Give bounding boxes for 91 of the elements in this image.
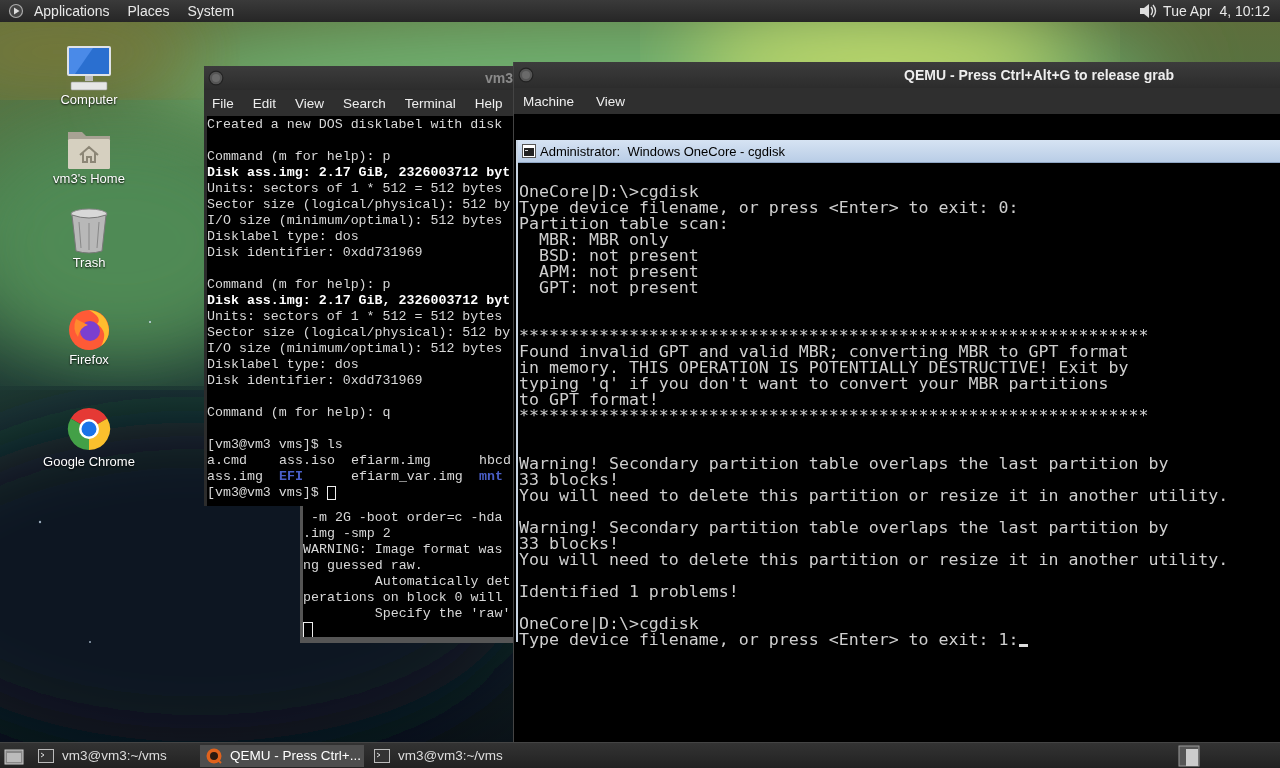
terminal-line: Command (m for help): p <box>207 149 392 165</box>
console-line: Warning! Secondary partition table overlaps the last partition by <box>519 456 1170 472</box>
terminal-line: Units: sectors of 1 * 512 = 512 bytes <box>207 309 504 325</box>
applications-icon[interactable] <box>8 3 24 19</box>
taskbar-button[interactable]: vm3@vm3:~/vms <box>368 744 532 767</box>
taskbar-button[interactable]: vm3@vm3:~/vms <box>32 744 196 767</box>
console-line: in memory. THIS OPERATION IS POTENTIALLY DESTRUCTIVE! Exit by <box>519 360 1130 376</box>
monitor-icon[interactable] <box>65 45 113 91</box>
menu-item[interactable]: View <box>295 95 325 111</box>
console-line: GPT: not present <box>537 280 700 296</box>
window-menu-icon[interactable] <box>208 70 224 86</box>
console-line: *************************************************************** <box>519 328 1150 344</box>
file-name: a.cmd <box>207 453 248 469</box>
window-title: QEMU - Press Ctrl+Alt+G to release grab <box>904 67 1174 83</box>
menu-item[interactable]: View <box>596 93 626 109</box>
terminal-line: Sector size (logical/physical): 512 by <box>207 325 512 341</box>
shell-prompt: [vm3@vm3 vms]$ <box>207 485 319 501</box>
console-line: 33 blocks! <box>519 536 619 552</box>
panel-menu[interactable]: System <box>187 3 235 19</box>
terminal-line: Specify the 'raw' <box>373 606 512 622</box>
console-line: Identified 1 problems! <box>519 584 740 600</box>
console-line: You will need to delete this partition or resize it in another utility. <box>519 488 1230 504</box>
file-name: efiarm.img <box>351 453 432 469</box>
console-line: Partition table scan: <box>519 216 730 232</box>
console-line: 33 blocks! <box>519 472 619 488</box>
terminal-line: WARNING: Image format was <box>303 542 504 558</box>
terminal-line: Disk ass.img: 2.17 GiB, 2326003712 byt <box>207 165 512 181</box>
terminal-line: I/O size (minimum/optimal): 512 bytes <box>207 213 504 229</box>
terminal-line: ng guessed raw. <box>303 558 424 574</box>
desktop-icon-label[interactable]: Google Chrome <box>43 454 135 469</box>
window-menu-icon[interactable] <box>518 67 534 83</box>
desktop-icon-label[interactable]: Computer <box>60 92 118 107</box>
terminal-line: Sector size (logical/physical): 512 by <box>207 197 512 213</box>
terminal-line: Units: sectors of 1 * 512 = 512 bytes <box>207 181 504 197</box>
file-name: ass.iso <box>279 453 336 469</box>
file-name: hbcd <box>479 453 512 469</box>
desktop-icon-label[interactable]: vm3's Home <box>53 171 125 186</box>
console-line: typing 'q' if you don't want to convert your MBR partitions <box>519 376 1110 392</box>
file-name: ass.img <box>207 469 264 485</box>
console-line: BSD: not present <box>537 248 700 264</box>
console-line: APM: not present <box>537 264 700 280</box>
menu-item[interactable]: File <box>212 95 234 111</box>
desktop-icon-label[interactable]: Trash <box>72 255 106 270</box>
ring-globe-icon[interactable] <box>65 405 113 453</box>
console-line: Found invalid GPT and valid MBR; converting MBR to GPT format <box>519 344 1130 360</box>
terminal-icon <box>38 747 54 764</box>
console-line: Type device filename, or press <Enter> to exit: 0: <box>519 200 1020 216</box>
terminal-icon <box>374 747 390 764</box>
taskbar-button[interactable]: QEMU - Press Ctrl+... <box>200 744 364 767</box>
speaker-icon[interactable] <box>1137 1 1158 21</box>
menu-item[interactable]: Terminal <box>404 95 456 111</box>
workspace-switcher-icon[interactable] <box>1178 744 1200 767</box>
menu-item[interactable]: Edit <box>252 95 277 111</box>
terminal-line: Disklabel type: dos <box>207 229 360 245</box>
console-line: OneCore|D:\>cgdisk <box>519 184 700 200</box>
file-name: EFI <box>279 469 304 485</box>
terminal-line: Command (m for help): q <box>207 405 392 421</box>
console-line: OneCore|D:\>cgdisk <box>519 616 700 632</box>
terminal-line: Disk ass.img: 2.17 GiB, 2326003712 byt <box>207 293 512 309</box>
panel-menu[interactable]: Places <box>127 3 170 19</box>
trash-icon[interactable] <box>69 208 109 254</box>
panel-menu[interactable]: Applications <box>34 3 110 19</box>
qemu-icon <box>206 747 222 764</box>
window-title: Administrator: Windows OneCore - cgdisk <box>540 143 785 159</box>
terminal-line: Disk identifier: 0xdd731969 <box>207 245 424 261</box>
terminal-line: .img -smp 2 <box>303 526 392 542</box>
terminal-line: perations on block 0 will <box>303 590 504 606</box>
terminal-line: Automatically det <box>373 574 512 590</box>
clock[interactable]: Tue Apr 4, 10:12 <box>1163 3 1270 19</box>
console-line: You will need to delete this partition or resize it in another utility. <box>519 552 1230 568</box>
show-desktop-icon[interactable] <box>4 746 24 765</box>
terminal-line: I/O size (minimum/optimal): 512 bytes <box>207 341 504 357</box>
console-line: Warning! Secondary partition table overlaps the last partition by <box>519 520 1170 536</box>
terminal-line: -m 2G -boot order=c -hda <box>309 510 504 526</box>
console-line: to GPT format! <box>519 392 659 408</box>
console-line: Type device filename, or press <Enter> to exit: 1: <box>519 632 1019 648</box>
terminal-line: Created a new DOS disklabel with disk <box>207 117 504 133</box>
file-name: efiarm_var.img <box>351 469 464 485</box>
desktop-icon-label[interactable]: Firefox <box>69 352 109 367</box>
terminal-line: Command (m for help): p <box>207 277 392 293</box>
terminal-line: Disk identifier: 0xdd731969 <box>207 373 424 389</box>
console-icon <box>522 144 536 158</box>
terminal-line: [vm3@vm3 vms]$ ls <box>207 437 344 453</box>
console-line: *************************************************************** <box>519 408 1150 424</box>
window-title: vm3 <box>484 70 513 86</box>
console-line: MBR: MBR only <box>537 232 670 248</box>
menu-item[interactable]: Help <box>474 95 503 111</box>
file-name: mnt <box>479 469 504 485</box>
terminal-line: Disklabel type: dos <box>207 357 360 373</box>
menu-item[interactable]: Machine <box>523 93 575 109</box>
menu-item[interactable]: Search <box>343 95 386 111</box>
